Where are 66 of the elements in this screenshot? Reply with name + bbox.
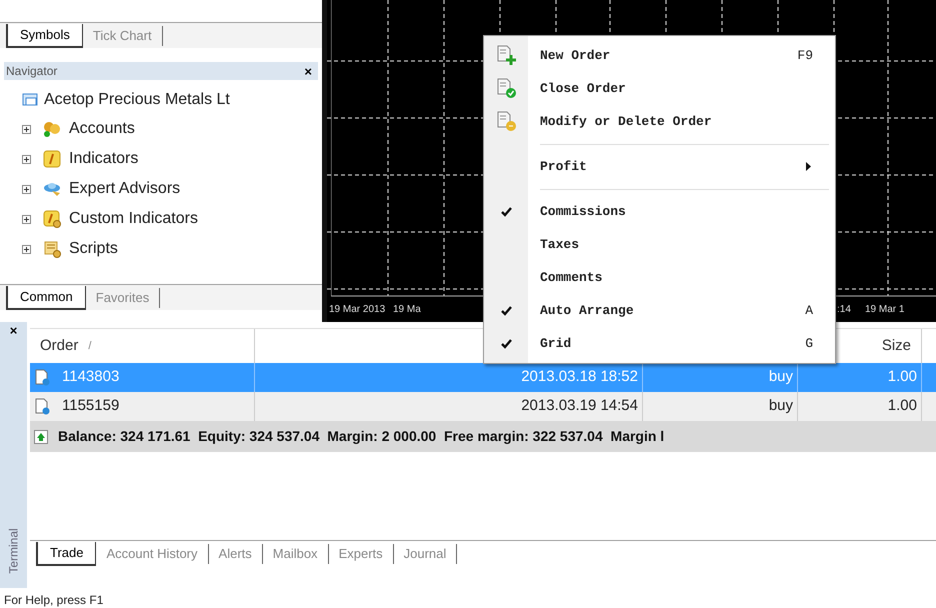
tab[interactable]: Account History (96, 544, 209, 564)
shortcut-label: G (805, 334, 814, 353)
check-icon (500, 206, 512, 216)
hat-icon (43, 180, 61, 198)
menu-item[interactable]: Profit (484, 150, 835, 183)
menu-item[interactable]: Modify or Delete Order (484, 105, 835, 138)
axis-label: :14 (837, 303, 851, 317)
menu-item[interactable]: Close Order (484, 72, 835, 105)
expand-icon[interactable] (22, 124, 31, 134)
expand-icon[interactable] (22, 214, 31, 224)
tree-item[interactable]: Expert Advisors (69, 177, 180, 201)
menu-item[interactable]: Comments (484, 261, 835, 294)
shortcut-label: F9 (797, 46, 814, 65)
close-button[interactable]: × (10, 324, 18, 337)
people-icon (43, 120, 61, 138)
tree-item[interactable]: Indicators (69, 147, 138, 171)
status-text: For Help, press F1 (4, 593, 104, 607)
table-cell-text: 2013.03.19 14:54 (521, 396, 638, 416)
document-icon (496, 111, 516, 132)
scroll-icon (43, 240, 61, 258)
submenu-arrow-icon (806, 162, 811, 171)
panel-title: Navigator (6, 63, 58, 80)
table-cell-text: 1.00 (888, 396, 917, 416)
sort-indicator: / (88, 338, 92, 354)
tab[interactable]: Trade (36, 542, 96, 566)
table-cell-text: 1.00 (888, 367, 917, 388)
document-plus-icon (496, 45, 516, 66)
table-cell-text: buy (768, 396, 793, 416)
table-cell-text: 1143803 (62, 367, 120, 388)
menu-item[interactable]: Taxes (484, 228, 835, 261)
tab[interactable]: Symbols (6, 24, 83, 48)
axis-label: 19 Mar 1 (865, 303, 904, 317)
terminal-icon (22, 92, 38, 108)
expand-icon[interactable] (22, 184, 31, 194)
shortcut-label: A (805, 302, 814, 320)
tab[interactable]: Journal (394, 544, 458, 564)
tree-item[interactable]: Accounts (69, 117, 135, 141)
order-icon (34, 398, 50, 415)
menu-item[interactable]: Commissions (484, 195, 835, 228)
expand-icon[interactable] (22, 244, 31, 254)
axis-label: 19 Ma (393, 303, 421, 317)
tab[interactable]: Alerts (208, 544, 263, 564)
tab[interactable]: Common (6, 286, 86, 310)
table-cell-text: 2013.03.18 18:52 (521, 367, 638, 388)
tree-item[interactable]: Scripts (69, 237, 118, 261)
tree-item[interactable]: Custom Indicators (69, 207, 198, 231)
axis-label: 19 Mar 2013 (329, 303, 386, 317)
close-button[interactable]: × (300, 64, 316, 78)
order-icon (34, 369, 50, 386)
up-arrow-icon (34, 430, 48, 444)
check-icon (500, 306, 512, 316)
table-cell-text: 1155159 (62, 396, 120, 416)
panel-title: Terminal (6, 528, 22, 574)
table-row[interactable]: 1155159 2013.03.19 14:54 buy 1.00 (30, 392, 936, 421)
menu-item[interactable]: Auto Arrange A (484, 294, 835, 327)
menu-item[interactable]: New Order F9 (484, 39, 835, 72)
expand-icon[interactable] (22, 154, 31, 164)
document-check-icon (496, 78, 516, 99)
function-icon (43, 210, 61, 228)
table-cell-text: buy (768, 367, 793, 388)
function-icon (43, 150, 61, 168)
account-summary: Balance: 324 171.61 Equity: 324 537.04 Margin: 2 000.00 Free margin: 322 537.04 Margin l (58, 427, 664, 446)
tab[interactable]: Experts (328, 544, 394, 564)
check-icon (500, 338, 512, 348)
tree-item[interactable]: Acetop Precious Metals Lt (44, 88, 230, 112)
tab[interactable]: Mailbox (262, 544, 329, 564)
